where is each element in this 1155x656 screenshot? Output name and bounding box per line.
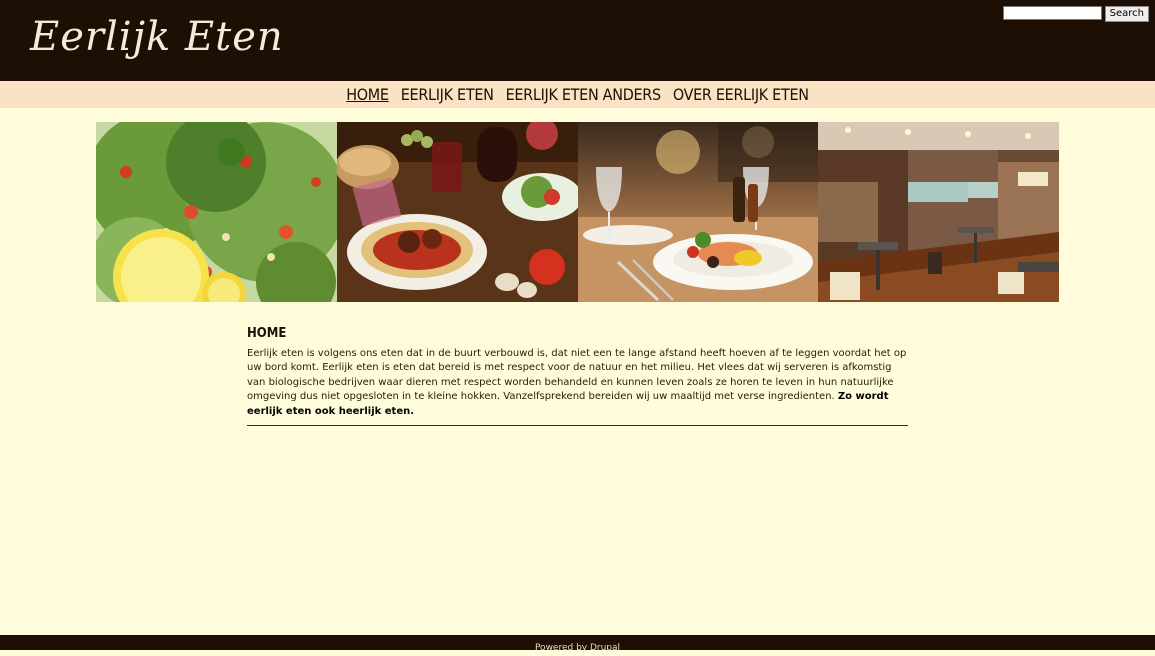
powered-by-link[interactable]: Powered by Drupal <box>535 643 620 653</box>
nav-item-eerlijk-eten-anders[interactable]: EERLIJK ETEN ANDERS <box>506 85 662 104</box>
banner-images <box>96 122 1059 302</box>
search-input[interactable] <box>1002 6 1102 20</box>
page-title: HOME <box>247 326 287 341</box>
salad-image <box>96 122 337 302</box>
search-form: Search <box>1002 6 1149 22</box>
nav-item-eerlijk-eten[interactable]: EERLIJK ETEN <box>401 85 494 104</box>
site-header: Eerlijk Eten Search <box>0 0 1155 81</box>
restaurant-interior-image <box>818 122 1059 302</box>
spaghetti-image <box>336 122 578 302</box>
intro-paragraph: Eerlijk eten is volgens ons eten dat in … <box>247 347 908 419</box>
site-logo[interactable]: Eerlijk Eten <box>30 14 284 60</box>
salmon-dish-image <box>577 122 819 302</box>
intro-text: Eerlijk eten is volgens ons eten dat in … <box>247 348 907 403</box>
search-button[interactable]: Search <box>1104 6 1149 22</box>
site-footer: Powered by Drupal <box>0 635 1155 653</box>
nav-item-over-eerlijk-eten[interactable]: OVER EERLIJK ETEN <box>673 85 809 104</box>
content-divider <box>247 425 908 427</box>
nav-item-home[interactable]: HOME <box>346 85 389 104</box>
main-content: HOME Eerlijk eten is volgens ons eten da… <box>247 326 908 427</box>
main-navigation: HOME EERLIJK ETEN EERLIJK ETEN ANDERS OV… <box>0 81 1155 108</box>
